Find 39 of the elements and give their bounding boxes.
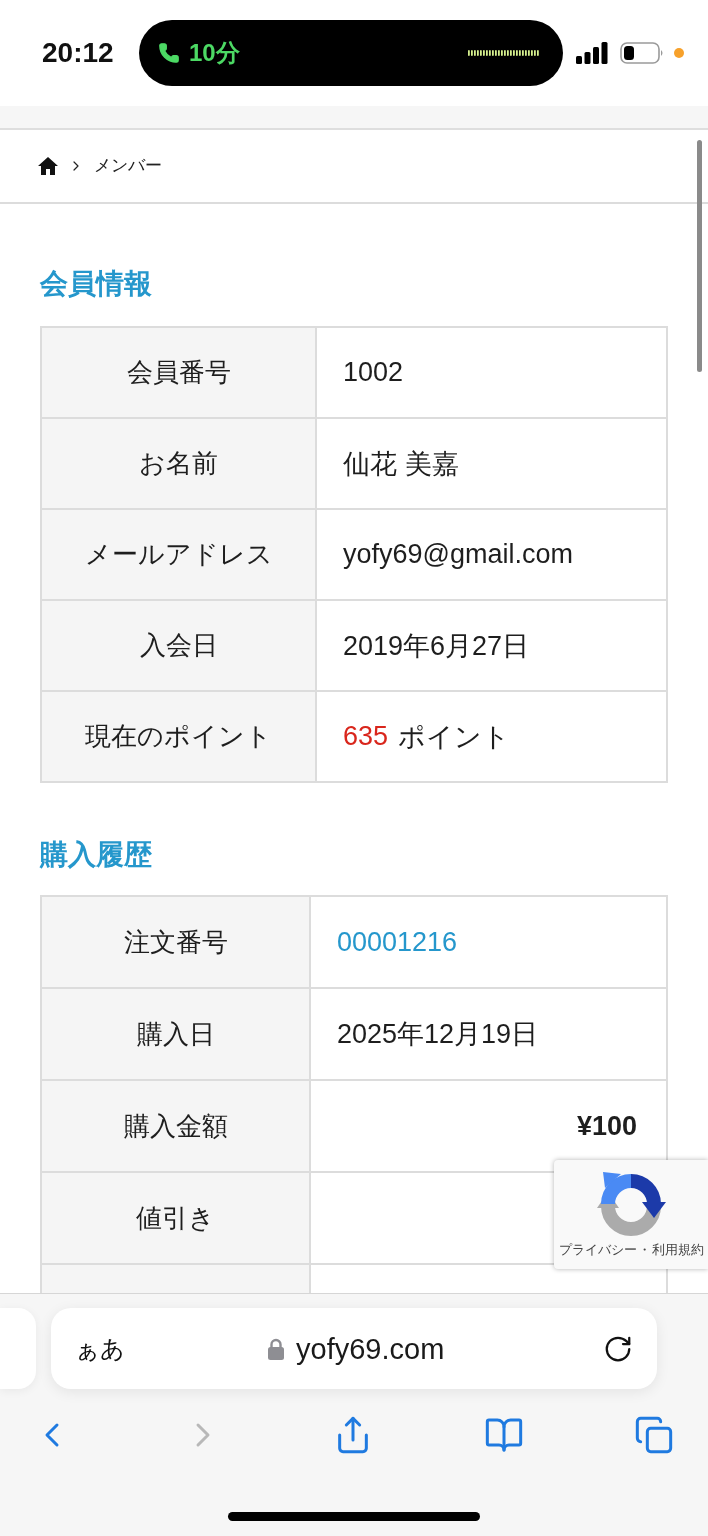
field-value-cell: 仙花 美嘉 [317,419,668,510]
privacy-link[interactable]: プライバシー [558,1242,637,1258]
section-heading: 会員情報 [40,267,153,301]
field-label-cell: 現在のポイント [42,692,317,783]
overlapping-squares-icon [634,1415,674,1455]
points-unit: ポイント [398,720,511,754]
url-text: yofy69.com [296,1331,445,1366]
field-label-cell: 購入日 [42,989,311,1081]
field-label-cell: 会員番号 [42,328,317,419]
field-value-cell: 2025年12月19日 [311,989,668,1081]
battery-icon [620,42,664,64]
home-icon[interactable] [38,157,58,175]
link-separator: ・ [637,1242,651,1258]
call-status-pill[interactable]: 10分 [139,20,563,86]
amount-value-cell: ¥100 [311,1081,668,1173]
indicator-dot-icon [674,48,684,58]
section-heading: 購入履歴 [40,838,153,872]
phone-icon [158,42,180,64]
address-bar[interactable]: ぁあ yofy69.com [51,1308,657,1389]
field-label-cell: 注文番号 [42,897,311,989]
field-label-cell: 購入金額 [42,1081,311,1173]
field-label-cell: 入会日 [42,601,317,692]
field-label-cell: メールアドレス [42,510,317,601]
field-label-cell: お名前 [42,419,317,510]
audio-waveform-icon [468,50,540,56]
field-value-cell: yofy69@gmail.com [317,510,668,601]
text-size-button[interactable]: ぁあ [75,1333,125,1364]
field-label-cell: 値引き [42,1173,311,1265]
lock-icon [268,1337,284,1360]
field-value-cell: 1002 [317,328,668,419]
scrollbar-thumb[interactable] [697,140,702,372]
breadcrumb-link[interactable]: メンバー [94,155,162,177]
signal-bars-icon [576,42,608,64]
terms-link[interactable]: 利用規約 [651,1242,704,1258]
tabs-button[interactable] [634,1415,674,1455]
field-value-cell: 2019年6月27日 [317,601,668,692]
points-number: 635 [343,721,389,752]
call-duration: 10分 [189,38,240,68]
clock-time: 20:12 [42,36,115,70]
